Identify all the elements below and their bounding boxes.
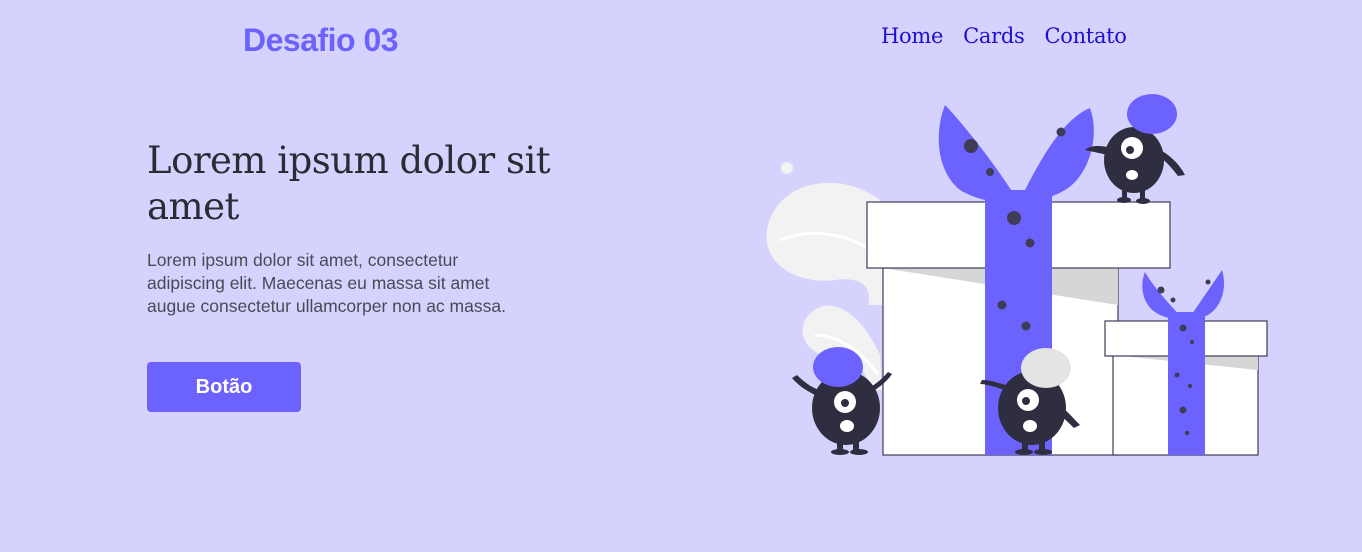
main-nav: Home Cards Contato bbox=[881, 24, 1127, 48]
hero-button[interactable]: Botão bbox=[147, 362, 301, 412]
nav-link-cards[interactable]: Cards bbox=[963, 24, 1025, 48]
hero-title: Lorem ipsum dolor sit amet bbox=[147, 139, 551, 228]
nav-link-home[interactable]: Home bbox=[881, 24, 943, 48]
small-gift-box bbox=[1104, 270, 1268, 456]
nav-link-contato[interactable]: Contato bbox=[1044, 24, 1126, 48]
monster-top-right bbox=[1085, 94, 1185, 204]
site-logo[interactable]: Desafio 03 bbox=[243, 22, 399, 59]
hero-description: Lorem ipsum dolor sit amet, consectetur … bbox=[147, 250, 506, 316]
gift-illustration bbox=[766, 94, 1268, 456]
